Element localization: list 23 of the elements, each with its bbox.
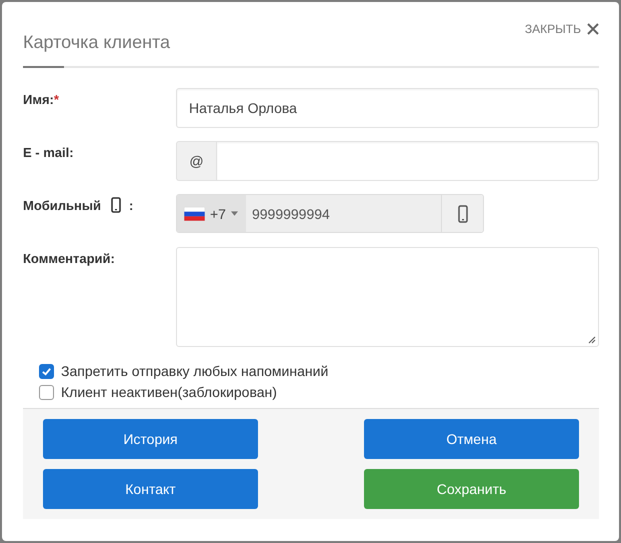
checkbox-label: Клиент неактивен(заблокирован) bbox=[61, 384, 277, 400]
resize-grip-icon bbox=[588, 336, 596, 344]
mobile-phone-icon bbox=[111, 197, 121, 213]
checkbox-label: Запретить отправку любых напоминаний bbox=[61, 363, 328, 379]
close-icon bbox=[587, 23, 599, 35]
field-label: Мобильный bbox=[23, 198, 101, 212]
dialog-title: Карточка клиента bbox=[23, 32, 170, 54]
action-button[interactable]: Сохранить bbox=[364, 469, 579, 509]
comment-field[interactable] bbox=[176, 247, 599, 347]
close-button[interactable]: ЗАКРЫТЬ bbox=[524, 22, 599, 36]
checkbox[interactable] bbox=[39, 384, 54, 400]
label-colon: : bbox=[129, 198, 134, 212]
action-button[interactable]: История bbox=[43, 419, 258, 459]
check-icon bbox=[41, 366, 52, 376]
field-label: E - mail: bbox=[23, 144, 74, 160]
input-field[interactable] bbox=[216, 141, 599, 181]
checkbox[interactable] bbox=[39, 364, 54, 378]
at-addon: @ bbox=[176, 141, 216, 181]
action-button[interactable]: Контакт bbox=[43, 469, 258, 509]
field-label: Комментарий: bbox=[23, 250, 115, 266]
action-button[interactable]: Отмена bbox=[364, 419, 579, 459]
field-label: Имя:* bbox=[23, 92, 59, 106]
input-field[interactable]: Наталья Орлова bbox=[176, 88, 599, 128]
